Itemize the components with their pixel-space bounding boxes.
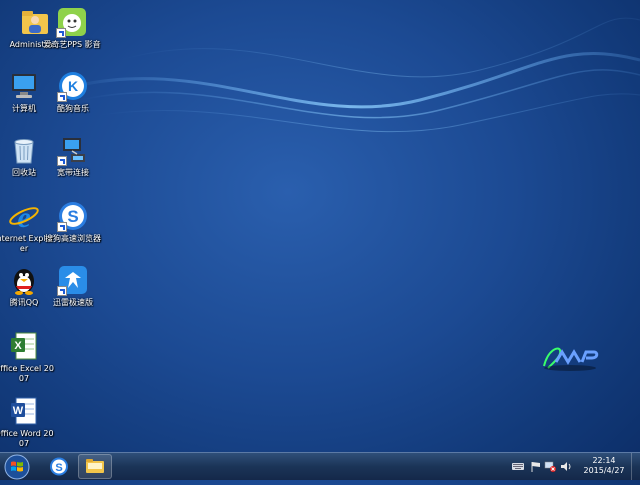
- desktop-icon-label: Office Excel 2007: [0, 364, 54, 383]
- start-button[interactable]: [3, 453, 31, 481]
- shortcut-arrow-icon: [57, 92, 67, 102]
- shortcut-arrow-icon: [56, 28, 66, 38]
- xunlei-icon: [57, 264, 89, 296]
- desktop-icon-xunlei[interactable]: 迅雷极速版: [41, 264, 105, 308]
- internet-explorer-icon: e: [8, 200, 40, 234]
- system-tray: 22:14 2015/4/27: [510, 453, 640, 481]
- shortcut-arrow-icon: [57, 286, 67, 296]
- svg-text:W: W: [13, 405, 24, 417]
- recycle-bin-icon: [8, 134, 40, 166]
- desktop-icon-sogou-browser[interactable]: S 搜狗高速浏览器: [41, 200, 105, 244]
- kugou-music-icon: K: [57, 70, 89, 102]
- windows-logo-icon: [4, 454, 30, 480]
- shortcut-arrow-icon: [57, 156, 67, 166]
- taskbar: S 22:14 2015/4/27: [0, 452, 640, 480]
- flag-icon[interactable]: [530, 461, 542, 472]
- shortcut-arrow-icon: [57, 222, 67, 232]
- svg-text:X: X: [14, 340, 22, 352]
- iqiyi-pps-icon: [56, 6, 88, 38]
- network-icon[interactable]: [544, 461, 556, 472]
- show-desktop-button[interactable]: [631, 453, 640, 480]
- svg-text:K: K: [68, 78, 78, 94]
- desktop-icon-excel[interactable]: X Office Excel 2007: [0, 330, 56, 384]
- volume-icon[interactable]: [560, 461, 572, 472]
- qq-penguin-icon: [8, 264, 40, 296]
- taskbar-sogou-browser[interactable]: S: [42, 454, 76, 479]
- desktop-icon-label: 搜狗高速浏览器: [45, 234, 101, 243]
- keyboard-icon[interactable]: [512, 461, 524, 472]
- broadband-connection-icon: [57, 134, 89, 166]
- desktop-icon-label: 酷狗音乐: [57, 104, 89, 113]
- svg-text:e: e: [17, 201, 30, 232]
- clock[interactable]: 22:14 2015/4/27: [578, 456, 630, 476]
- svg-text:S: S: [55, 462, 62, 474]
- excel-icon: X: [8, 330, 40, 362]
- sogou-browser-icon: S: [57, 200, 89, 232]
- clock-date: 2015/4/27: [583, 466, 625, 475]
- sogou-browser-icon: S: [50, 457, 68, 476]
- brand-logo: [543, 347, 599, 371]
- taskbar-explorer[interactable]: [78, 454, 112, 479]
- clock-time: 22:14: [592, 456, 616, 465]
- desktop-icon-label: 爱奇艺PPS 影音: [43, 40, 101, 49]
- desktop-icon-label: Office Word 2007: [0, 429, 54, 448]
- desktop-icon-kugou[interactable]: K 酷狗音乐: [41, 70, 105, 114]
- word-icon: W: [8, 395, 40, 427]
- svg-text:S: S: [67, 207, 78, 226]
- desktop-icon-label: 迅雷极速版: [53, 298, 93, 307]
- desktop-icon-label: 宽带连接: [57, 168, 89, 177]
- desktop-icon-iqiyi-pps[interactable]: 爱奇艺PPS 影音: [40, 6, 104, 50]
- computer-icon: [8, 70, 40, 102]
- desktop-icon-broadband[interactable]: 宽带连接: [41, 134, 105, 178]
- folder-icon: [86, 459, 104, 473]
- desktop-icon-word[interactable]: W Office Word 2007: [0, 395, 56, 449]
